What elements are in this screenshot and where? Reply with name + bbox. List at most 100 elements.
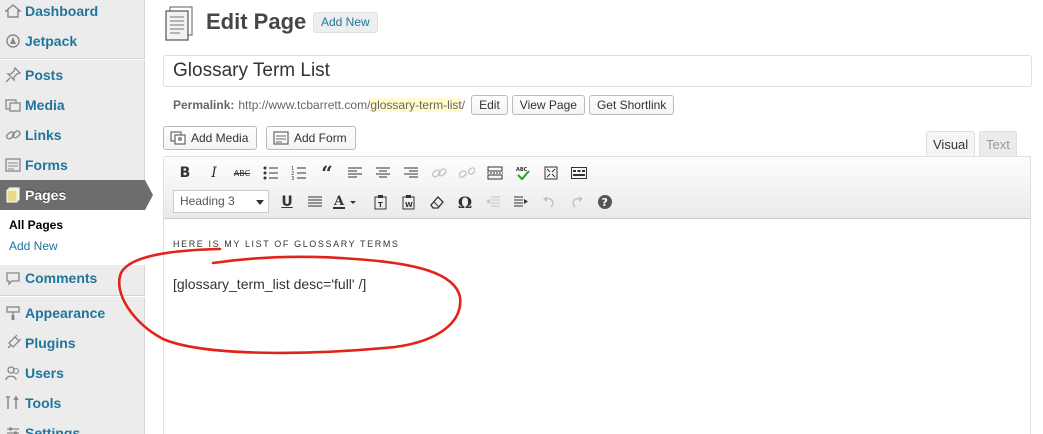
comment-icon xyxy=(4,269,22,287)
permalink-label: Permalink: xyxy=(173,98,235,112)
sidebar-item-posts[interactable]: Posts xyxy=(0,60,145,90)
tools-icon xyxy=(4,394,22,412)
sidebar-item-label: Tools xyxy=(25,395,62,411)
svg-text:?: ? xyxy=(602,196,608,209)
sidebar-item-label: Posts xyxy=(25,67,64,83)
sidebar-item-label: Plugins xyxy=(25,335,76,351)
insert-more-tag-icon[interactable] xyxy=(484,162,506,184)
editor-container: B I ABC 123 “ ABC Heading 3 U A T W Ω ? … xyxy=(163,156,1031,434)
permalink-slug[interactable]: glossary-term-list xyxy=(370,98,462,112)
redo-icon[interactable] xyxy=(566,191,588,213)
svg-text:T: T xyxy=(378,201,383,209)
svg-text:ABC: ABC xyxy=(516,167,528,173)
sidebar-item-settings[interactable]: Settings xyxy=(0,418,145,434)
permalink-row: Permalink: http://www.tcbarrett.com/glos… xyxy=(173,95,675,115)
plugin-icon xyxy=(4,334,22,352)
svg-text:3: 3 xyxy=(291,176,294,180)
submenu-item-add-new[interactable]: Add New xyxy=(9,239,58,253)
view-page-button[interactable]: View Page xyxy=(511,95,585,115)
sidebar-separator xyxy=(0,295,145,297)
active-menu-pointer xyxy=(145,180,153,210)
page-title: Edit Page xyxy=(206,9,307,34)
pushpin-icon xyxy=(4,66,22,84)
jetpack-icon xyxy=(4,32,22,50)
toolbar-toggle-icon[interactable] xyxy=(568,162,590,184)
permalink-trailing-slash: / xyxy=(461,98,466,112)
bold-icon[interactable]: B xyxy=(174,162,196,184)
form-icon xyxy=(4,156,22,174)
undo-icon[interactable] xyxy=(538,191,560,213)
strikethrough-icon[interactable]: ABC xyxy=(231,162,253,184)
paste-as-text-icon[interactable]: T xyxy=(370,191,392,213)
sidebar-item-label: Pages xyxy=(25,187,67,203)
bullet-list-icon[interactable] xyxy=(260,162,282,184)
sidebar-item-media[interactable]: Media xyxy=(0,90,145,120)
align-center-icon[interactable] xyxy=(372,162,394,184)
sidebar-item-links[interactable]: Links xyxy=(0,120,145,150)
align-right-icon[interactable] xyxy=(400,162,422,184)
help-icon[interactable]: ? xyxy=(594,191,616,213)
add-form-label: Add Form xyxy=(294,131,347,145)
submenu-item-all-pages[interactable]: All Pages xyxy=(9,218,63,232)
sidebar-item-label: Settings xyxy=(25,425,81,434)
edit-permalink-button[interactable]: Edit xyxy=(471,95,508,115)
add-media-button[interactable]: Add Media xyxy=(163,126,258,150)
blockquote-icon[interactable]: “ xyxy=(316,161,338,185)
indent-icon[interactable] xyxy=(510,191,532,213)
editor-toolbar: B I ABC 123 “ ABC Heading 3 U A T W Ω ? xyxy=(164,157,1030,219)
sidebar-item-label: Comments xyxy=(25,270,98,286)
spellcheck-icon[interactable]: ABC xyxy=(512,162,534,184)
outdent-icon[interactable] xyxy=(482,191,504,213)
tab-text[interactable]: Text xyxy=(979,131,1017,157)
fullscreen-icon[interactable] xyxy=(540,162,562,184)
special-character-icon[interactable]: Ω xyxy=(454,191,476,213)
edit-page-icon xyxy=(163,6,195,42)
sidebar-item-label: Links xyxy=(25,127,62,143)
sidebar-item-pages[interactable]: Pages xyxy=(0,180,145,210)
sidebar-item-label: Users xyxy=(25,365,64,381)
format-select[interactable]: Heading 3 xyxy=(173,190,269,213)
sidebar-item-forms[interactable]: Forms xyxy=(0,150,145,180)
sidebar-item-tools[interactable]: Tools xyxy=(0,388,145,418)
unlink-icon[interactable] xyxy=(456,162,478,184)
link-icon xyxy=(4,126,22,144)
add-new-page-button[interactable]: Add New xyxy=(313,12,378,33)
align-justify-icon[interactable] xyxy=(304,191,326,213)
sidebar-item-appearance[interactable]: Appearance xyxy=(0,298,145,328)
users-icon xyxy=(4,364,22,382)
get-shortlink-button[interactable]: Get Shortlink xyxy=(588,95,675,115)
sidebar-item-label: Dashboard xyxy=(25,3,99,19)
dashboard-icon xyxy=(4,2,22,20)
sidebar-item-label: Appearance xyxy=(25,305,106,321)
sidebar-item-plugins[interactable]: Plugins xyxy=(0,328,145,358)
post-title-input[interactable]: Glossary Term List xyxy=(163,55,1032,87)
permalink-base-url: http://www.tcbarrett.com/ xyxy=(238,98,371,112)
text-color-icon[interactable]: A xyxy=(331,191,361,213)
content-heading: HERE IS MY LIST OF GLOSSARY TERMS xyxy=(173,239,400,249)
svg-text:W: W xyxy=(405,201,413,209)
sidebar-item-label: Jetpack xyxy=(25,33,78,49)
svg-text:A: A xyxy=(333,194,345,209)
sidebar-item-users[interactable]: Users xyxy=(0,358,145,388)
paste-from-word-icon[interactable]: W xyxy=(398,191,420,213)
editor-content-area[interactable]: HERE IS MY LIST OF GLOSSARY TERMS [gloss… xyxy=(164,219,1030,434)
align-left-icon[interactable] xyxy=(344,162,366,184)
pages-icon xyxy=(4,186,22,204)
sidebar-item-label: Forms xyxy=(25,157,68,173)
clear-formatting-icon[interactable] xyxy=(426,191,448,213)
numbered-list-icon[interactable]: 123 xyxy=(288,162,310,184)
underline-icon[interactable]: U xyxy=(276,191,298,213)
add-media-icon xyxy=(170,131,186,145)
appearance-icon xyxy=(4,304,22,322)
admin-sidebar: Dashboard Jetpack Posts Media Links Form… xyxy=(0,0,153,434)
sidebar-item-jetpack[interactable]: Jetpack xyxy=(0,26,145,56)
settings-icon xyxy=(4,424,22,434)
pages-submenu: All Pages Add New xyxy=(0,210,145,265)
sidebar-item-dashboard[interactable]: Dashboard xyxy=(0,0,145,26)
sidebar-item-comments[interactable]: Comments xyxy=(0,263,145,293)
chevron-down-icon xyxy=(256,200,264,205)
tab-visual[interactable]: Visual xyxy=(926,131,976,157)
italic-icon[interactable]: I xyxy=(203,162,225,184)
add-form-button[interactable]: Add Form xyxy=(266,126,356,150)
insert-link-icon[interactable] xyxy=(428,162,450,184)
